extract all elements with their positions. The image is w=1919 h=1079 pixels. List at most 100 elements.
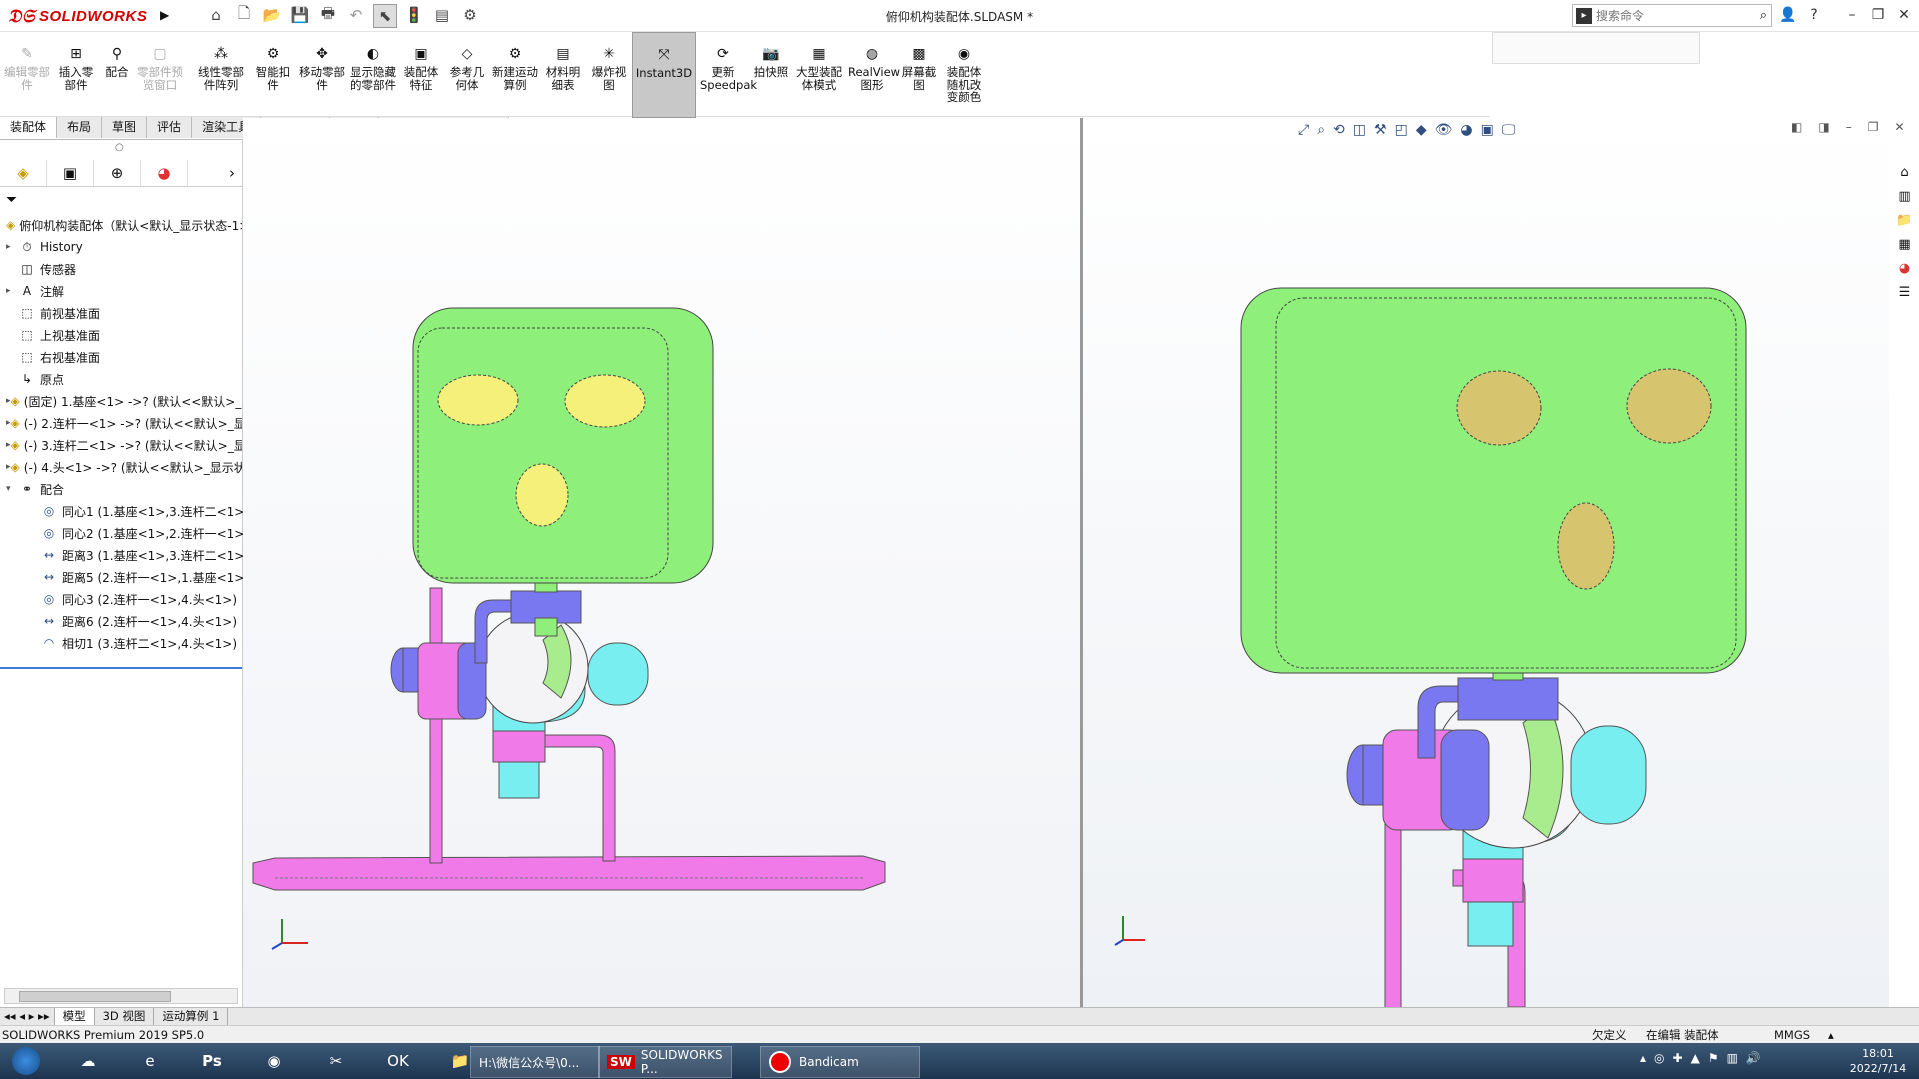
vp-close-icon[interactable]: ✕ [1894,120,1904,134]
search-input[interactable] [1592,7,1738,24]
tray-flag-icon[interactable]: ⚑ [1708,1051,1719,1065]
feature-manager-tab-icon[interactable]: ◈ [0,160,47,186]
tree-root[interactable]: ◈ 俯仰机构装配体（默认<默认_显示状态-1>) [6,214,242,236]
zoom-to-area-icon[interactable]: ⌕ [1317,122,1325,138]
cmd-button-exploded-view[interactable]: ✳ 爆炸视图 [586,32,632,116]
tree-item[interactable]: ◎ 同心2 (1.基座<1>,2.连杆一<1>) [28,522,264,544]
display-manager-tab-icon[interactable]: ◕ [141,160,188,186]
taskbar-window-solidworks[interactable]: SW SOLIDWORKS P... [598,1046,732,1078]
cmd-button-assembly-feature[interactable]: ▣ 装配体特征 [398,32,444,116]
taskbar-window-explorer[interactable]: H:\微信公众号\0... [470,1046,600,1078]
tree-item[interactable]: ↔ 距离5 (2.连杆一<1>,1.基座<1>) [28,566,264,588]
cmd-button-preview-window[interactable]: ▢ 零部件预览窗口 [134,32,186,116]
horizontal-scrollbar[interactable] [4,988,238,1004]
tree-item[interactable]: ▸ ⏱ History [6,236,242,258]
previous-view-icon[interactable]: ⟲ [1333,122,1345,138]
save-icon[interactable]: 💾 [289,4,311,26]
baidu-netdisk-icon[interactable]: ☁ [66,1046,110,1076]
options-gear-icon[interactable]: ⚙ [459,4,481,26]
search-commands-box[interactable]: ▸ ⌕ [1572,4,1772,27]
restore-icon[interactable]: ❐ [1866,3,1890,27]
vp-restore-icon[interactable]: ❐ [1868,120,1879,134]
help-icon[interactable]: ? [1802,3,1826,27]
cmd-button-show-hidden[interactable]: ◐ 显示隐藏的零部件 [348,32,398,116]
appearances-icon[interactable]: ◕ [1895,261,1915,279]
expand-menu-arrow-icon[interactable]: ▶ [160,4,172,26]
search-icon[interactable]: ⌕ [1760,8,1767,23]
cmd-button-large-assembly[interactable]: ▦ 大型装配体模式 [792,32,846,116]
close-icon[interactable]: ✕ [1892,3,1916,27]
status-units[interactable]: MMGS [1774,1026,1810,1044]
expand-arrow-icon[interactable]: ▸ [6,242,18,252]
cmd-button-insert-component[interactable]: ⊞ 插入零部件 [52,32,100,116]
display-style-icon[interactable]: ◆ [1416,122,1427,138]
vp-split-icon[interactable]: ◧ [1791,120,1802,134]
tree-item[interactable]: ◫ 传感器 [6,258,242,280]
photoshop-icon[interactable]: Ps [190,1046,234,1076]
cmd-button-screen-capture[interactable]: ▩ 屏幕截图 [898,32,940,116]
expand-arrow-icon[interactable]: ▾ [6,484,18,494]
solidworks-resources-icon[interactable]: ⌂ [1895,165,1915,183]
cmd-button-reference-geometry[interactable]: ◇ 参考几何体 [444,32,490,116]
units-arrow-icon[interactable]: ▴ [1828,1026,1834,1044]
app-icon-pink[interactable]: ◉ [252,1046,296,1076]
hide-show-items-icon[interactable]: 👁 [1435,122,1453,138]
app-icon-ok[interactable]: OK [376,1046,420,1076]
tray-volume-icon[interactable]: 🔊 [1746,1051,1761,1065]
property-manager-tab-icon[interactable]: ▣ [47,160,94,186]
design-library-icon[interactable]: ▥ [1895,189,1915,207]
tree-item[interactable]: ↳ 原点 [6,368,242,390]
tree-item[interactable]: ▾ ⚭ 配合 [6,478,242,500]
tree-item[interactable]: ↔ 距离6 (2.连杆一<1>,4.头<1>) [28,610,264,632]
bottom-tab-2[interactable]: 运动算例 1 [154,1008,229,1025]
section-view-icon[interactable]: ◫ [1353,122,1366,138]
tree-item[interactable]: ↔ 距离3 (1.基座<1>,3.连杆二<1>) [28,544,264,566]
tab-nav-arrows-icon[interactable]: ◂◂ ◂ ▸ ▸▸ [0,1008,55,1025]
new-document-icon[interactable]: 🗋 [233,4,255,26]
windows-start-icon[interactable] [4,1046,48,1076]
tree-item[interactable]: ◠ 相切1 (3.连杆二<1>,4.头<1>) [28,632,264,654]
bottom-tab-0[interactable]: 模型 [54,1008,95,1025]
app-icon-scissors[interactable]: ✂ [314,1046,358,1076]
taskbar-clock[interactable]: 18:01 2022/7/14 [1846,1046,1910,1076]
panel-splitter-handle[interactable]: ○ [115,142,124,153]
select-icon[interactable]: ⬉ [373,4,397,28]
cmd-button-mate[interactable]: ⚲ 配合 [100,32,134,116]
taskbar-window-bandicam[interactable]: Bandicam [760,1046,920,1078]
configuration-manager-tab-icon[interactable]: ⊕ [94,160,141,186]
graphics-viewport-left[interactable] [243,118,1080,1074]
tree-item[interactable]: ▸◈(固定) 1.基座<1> ->? (默认<<默认>_显示状态 1>) [6,390,242,412]
rollback-bar[interactable] [0,667,242,669]
tree-item[interactable]: ◎ 同心1 (1.基座<1>,3.连杆二<1>) [28,500,264,522]
tray-network-icon[interactable]: ▥ [1727,1051,1738,1065]
view-palette-icon[interactable]: ▦ [1895,237,1915,255]
tray-app3-icon[interactable]: ▲ [1691,1051,1700,1065]
bottom-tab-1[interactable]: 3D 视图 [95,1008,155,1025]
tab-3[interactable]: 评估 [147,117,193,138]
cmd-button-realview[interactable]: ◍ RealView图形 [846,32,900,116]
panel-more-arrow-icon[interactable]: › [222,160,242,186]
cmd-button-snapshot[interactable]: 📷 拍快照 [750,32,792,116]
cmd-button-random-color[interactable]: ◉ 装配体随机改变颜色 [940,32,988,116]
tree-item[interactable]: ▸ A 注解 [6,280,242,302]
view-orientation-icon[interactable]: ◰ [1395,122,1408,138]
tree-item[interactable]: ◎ 同心3 (2.连杆一<1>,4.头<1>) [28,588,264,610]
print-icon[interactable]: 🖶 [317,4,339,26]
cmd-button-linear-pattern[interactable]: ⁂ 线性零部件阵列 [192,32,250,116]
open-document-icon[interactable]: 📂 [261,4,283,26]
user-account-icon[interactable]: 👤 [1776,3,1800,27]
file-properties-icon[interactable]: ▤ [431,4,453,26]
tree-item[interactable]: ⬚ 前视基准面 [6,302,242,324]
tray-app2-icon[interactable]: ✚ [1673,1051,1683,1065]
home-icon[interactable]: ⌂ [205,4,227,26]
tree-item[interactable]: ▸◈(-) 2.连杆一<1> ->? (默认<<默认>_显示状态 1>) [6,412,242,434]
scrollbar-thumb[interactable] [19,991,171,1002]
cmd-button-smart-fastener[interactable]: ⚙ 智能扣件 [250,32,296,116]
tree-item[interactable]: ▸◈(-) 4.头<1> ->? (默认<<默认>_显示状态 1>) [6,456,242,478]
tray-expand-icon[interactable]: ▴ [1640,1051,1646,1065]
cmd-button-bom[interactable]: ▤ 材料明细表 [540,32,586,116]
custom-properties-icon[interactable]: ☰ [1895,285,1915,303]
filter-icon[interactable]: ⏷ [6,192,17,208]
apply-scene-icon[interactable]: ▣ [1481,122,1494,138]
file-explorer-icon[interactable]: 📁 [1895,213,1915,231]
